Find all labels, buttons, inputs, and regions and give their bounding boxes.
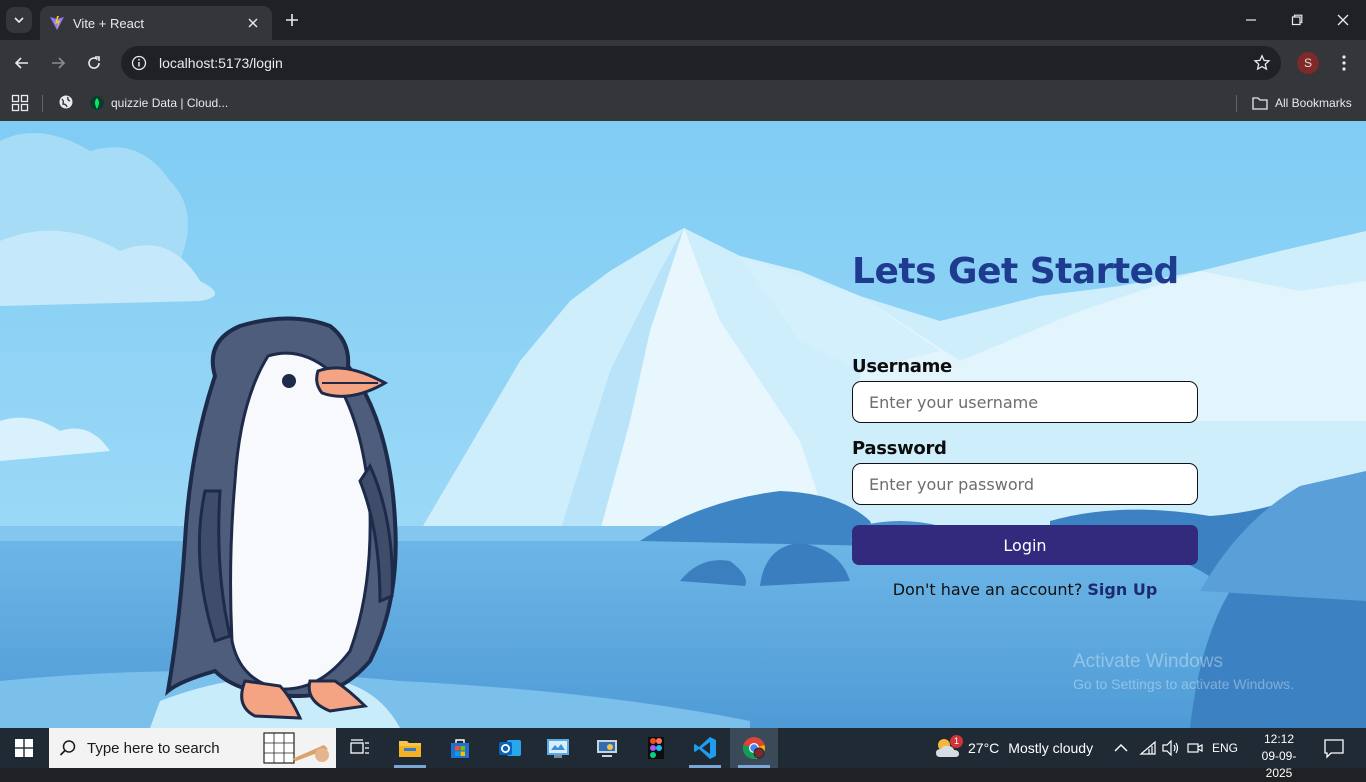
remote-desktop-button[interactable]: [583, 728, 631, 768]
task-view-button[interactable]: [336, 728, 384, 768]
close-window-button[interactable]: [1320, 0, 1366, 40]
globe-icon[interactable]: [58, 94, 74, 110]
folder-icon: [399, 741, 421, 757]
figma-button[interactable]: [632, 728, 680, 768]
plus-icon: [286, 14, 298, 26]
active-tab[interactable]: Vite + React: [40, 6, 272, 40]
login-page: Lets Get Started Username Password Login…: [0, 121, 1366, 728]
arctic-background-illustration: [0, 121, 1366, 728]
microsoft-store-button[interactable]: [436, 728, 484, 768]
reload-icon: [88, 56, 100, 69]
more-vertical-icon: [1342, 55, 1346, 71]
signup-prompt-text: Don't have an account?: [892, 580, 1088, 599]
volume-button[interactable]: [1162, 728, 1180, 768]
chrome-button[interactable]: [730, 728, 778, 768]
browser-toolbar: localhost:5173/login: [0, 40, 1366, 86]
all-bookmarks-label: All Bookmarks: [1275, 96, 1352, 110]
speaker-icon: [1162, 740, 1179, 756]
clock-time: 12:12: [1263, 732, 1295, 746]
page-title: Lets Get Started: [852, 251, 1179, 292]
login-button[interactable]: Login: [852, 525, 1198, 565]
start-button[interactable]: [0, 728, 48, 768]
wifi-icon: [1139, 740, 1156, 755]
username-input[interactable]: [852, 381, 1198, 423]
camera-icon: [1187, 743, 1203, 753]
tab-strip: Vite + React: [0, 0, 1366, 40]
vite-logo-icon: [50, 16, 64, 30]
password-label: Password: [852, 438, 947, 459]
restore-icon: [1291, 14, 1303, 26]
meet-now-button[interactable]: [1187, 728, 1203, 768]
mongodb-leaf-icon: [90, 96, 104, 110]
search-placeholder: Type here to search: [87, 739, 220, 757]
tab-search-button[interactable]: [6, 7, 32, 33]
all-bookmarks-button[interactable]: All Bookmarks: [1252, 92, 1352, 114]
address-bar[interactable]: localhost:5173/login: [121, 46, 1281, 80]
site-info-icon[interactable]: [131, 55, 147, 71]
reload-button[interactable]: [80, 49, 108, 77]
windows-logo-icon: [15, 739, 33, 757]
chevron-down-icon: [14, 17, 24, 24]
arrow-right-icon: [52, 57, 66, 69]
restore-button[interactable]: [1274, 0, 1320, 40]
close-icon: [1337, 14, 1349, 26]
close-tab-icon[interactable]: [244, 14, 262, 32]
control-panel-icon: [547, 739, 569, 758]
watermark-title: Activate Windows: [1073, 651, 1223, 672]
bookmarks-divider: [42, 95, 43, 112]
bookmark-label: quizzie Data | Cloud...: [111, 96, 229, 110]
weather-temperature: 27°C: [968, 740, 1000, 756]
watermark-subtitle: Go to Settings to activate Windows.: [1073, 676, 1294, 692]
chevron-up-icon: [1114, 743, 1128, 752]
remote-desktop-icon: [597, 740, 617, 757]
username-label: Username: [852, 356, 952, 377]
signup-link[interactable]: Sign Up: [1087, 580, 1157, 599]
weather-badge: 1: [950, 735, 963, 748]
task-view-icon: [350, 739, 369, 754]
password-input[interactable]: [852, 463, 1198, 505]
signup-prompt: Don't have an account? Sign Up: [852, 580, 1198, 599]
bookmarks-bar: quizzie Data | Cloud... All Bookmarks: [0, 86, 1366, 121]
taskbar-search-box[interactable]: Type here to search: [49, 728, 336, 768]
language-indicator[interactable]: ENG: [1212, 728, 1238, 768]
control-panel-button[interactable]: [534, 728, 582, 768]
outlook-button[interactable]: [486, 728, 534, 768]
back-button[interactable]: [8, 49, 36, 77]
vscode-button[interactable]: [681, 728, 729, 768]
figma-icon: [648, 737, 664, 759]
vscode-icon: [694, 737, 716, 759]
bookmarks-divider-right: [1236, 95, 1237, 112]
activate-windows-watermark: Activate Windows Go to Settings to activ…: [1073, 651, 1294, 692]
forward-button[interactable]: [44, 49, 72, 77]
profile-avatar[interactable]: S: [1297, 52, 1319, 74]
chrome-icon: [742, 737, 765, 760]
windows-taskbar: Type here to search 1 27°C Mostly cloudy…: [0, 728, 1366, 780]
file-explorer-button[interactable]: [386, 728, 434, 768]
url-text: localhost:5173/login: [159, 55, 283, 71]
bookmark-star-icon[interactable]: [1253, 54, 1271, 72]
sudoku-search-highlight-icon: [263, 732, 329, 764]
clock[interactable]: 12:12 09-09-2025: [1250, 731, 1308, 782]
bookmark-quizzie-data[interactable]: quizzie Data | Cloud...: [90, 92, 228, 114]
weather-widget[interactable]: 1 27°C Mostly cloudy: [934, 728, 1093, 768]
notification-icon[interactable]: [1322, 736, 1346, 760]
browser-menu-button[interactable]: [1333, 50, 1355, 76]
minimize-icon: [1246, 19, 1256, 21]
arrow-left-icon: [14, 57, 28, 69]
show-hidden-icons-button[interactable]: [1114, 728, 1128, 768]
store-icon: [451, 739, 469, 758]
new-tab-button[interactable]: [281, 9, 303, 31]
weather-description: Mostly cloudy: [1008, 740, 1094, 756]
clock-date: 09-09-2025: [1261, 749, 1297, 780]
minimize-button[interactable]: [1228, 0, 1274, 40]
search-icon: [59, 740, 76, 756]
outlook-icon: [499, 740, 521, 756]
apps-grid-icon[interactable]: [11, 94, 29, 112]
folder-icon: [1252, 97, 1268, 110]
network-button[interactable]: [1139, 728, 1157, 768]
tab-title: Vite + React: [73, 15, 144, 31]
